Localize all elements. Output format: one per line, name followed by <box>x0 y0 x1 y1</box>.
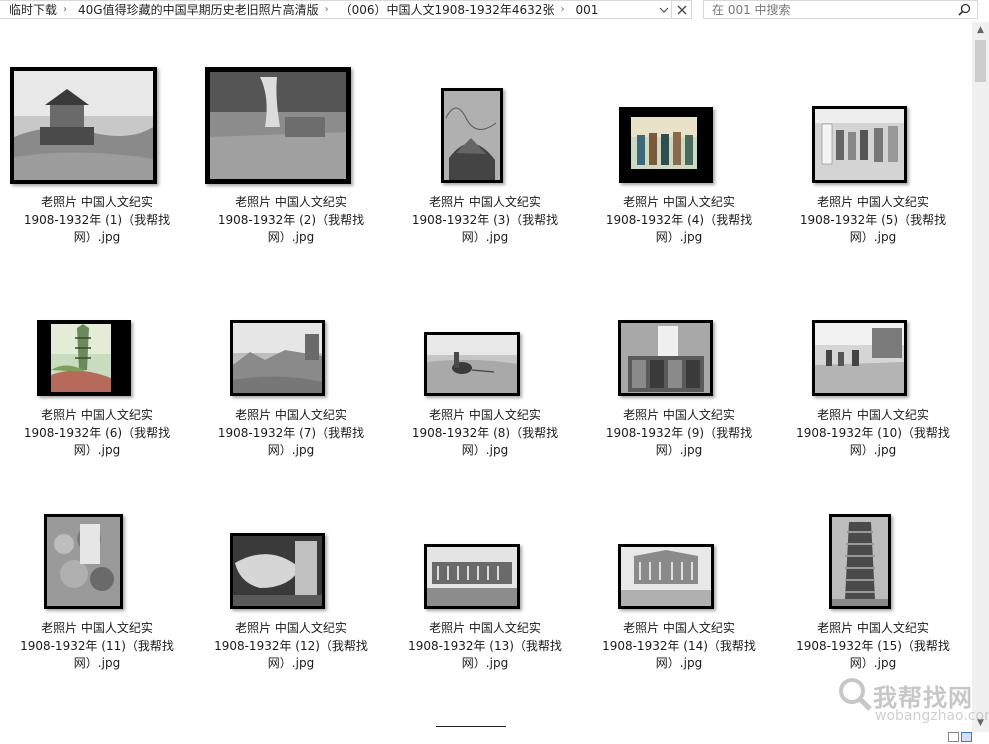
chevron-down-icon[interactable] <box>655 0 672 19</box>
chevron-right-icon[interactable]: › <box>323 4 331 15</box>
file-name: 老照片 中国人文纪实 1908-1932年 (11)（我帮找 网）.jpg <box>20 621 174 670</box>
file-name: 老照片 中国人文纪实 1908-1932年 (1)（我帮找 网）.jpg <box>23 195 171 244</box>
file-name: 老照片 中国人文纪实 1908-1932年 (9)（我帮找 网）.jpg <box>605 408 753 457</box>
watermark-url: wobangzhao.com <box>875 708 989 724</box>
photo-thumbnail <box>424 544 520 609</box>
photo-thumbnail <box>44 514 123 609</box>
file-name: 老照片 中国人文纪实 1908-1932年 (12)（我帮找 网）.jpg <box>214 621 368 670</box>
address-bar[interactable]: 临时下载 › 40G值得珍藏的中国早期历史老旧照片高清版 › （006）中国人文… <box>0 0 672 19</box>
file-name: 老照片 中国人文纪实 1908-1932年 (10)（我帮找 网）.jpg <box>796 408 950 457</box>
photo-thumbnail <box>441 88 503 183</box>
close-icon[interactable] <box>672 0 692 19</box>
breadcrumb-item-40g[interactable]: 40G值得珍藏的中国早期历史老旧照片高清版 <box>69 1 323 18</box>
top-bar: 临时下载 › 40G值得珍藏的中国早期历史老旧照片高清版 › （006）中国人文… <box>0 0 989 21</box>
search-placeholder: 在 001 中搜索 <box>712 3 791 17</box>
file-name: 老照片 中国人文纪实 1908-1932年 (6)（我帮找 网）.jpg <box>23 408 171 457</box>
photo-thumbnail <box>205 67 351 184</box>
search-icon[interactable] <box>958 3 971 16</box>
photo-thumbnail <box>230 533 325 609</box>
file-name: 老照片 中国人文纪实 1908-1932年 (13)（我帮找 网）.jpg <box>408 621 562 670</box>
triangle-up-icon[interactable]: ▲ <box>972 22 989 39</box>
photo-thumbnail <box>829 514 891 609</box>
magnifier-icon <box>839 678 872 711</box>
breadcrumb-item-001[interactable]: 001 <box>566 3 602 17</box>
photo-thumbnail <box>812 320 907 396</box>
photo-thumbnail <box>618 544 714 609</box>
view-toggle <box>948 732 988 744</box>
file-name: 老照片 中国人文纪实 1908-1932年 (4)（我帮找 网）.jpg <box>605 195 753 244</box>
photo-thumbnail <box>230 320 325 396</box>
file-name: 老照片 中国人文纪实 1908-1932年 (14)（我帮找 网）.jpg <box>602 621 756 670</box>
vertical-scrollbar[interactable]: ▲ ▼ <box>972 22 989 732</box>
photo-thumbnail <box>812 106 907 183</box>
watermark: 我帮找网 wobangzhao.com <box>835 676 989 732</box>
photo-thumbnail <box>618 320 713 396</box>
photo-thumbnail <box>37 320 131 396</box>
file-name: 老照片 中国人文纪实 1908-1932年 (8)（我帮找 网）.jpg <box>411 408 559 457</box>
file-name: 老照片 中国人文纪实 1908-1932年 (7)（我帮找 网）.jpg <box>217 408 365 457</box>
photo-thumbnail <box>10 67 157 184</box>
details-view-icon[interactable] <box>948 732 959 742</box>
breadcrumb-item-temp-download[interactable]: 临时下载 <box>0 1 61 18</box>
file-grid: 老照片 中国人文纪实 1908-1932年 (1)（我帮找 网）.jpg 老照片 中… <box>0 22 972 744</box>
breadcrumb-item-006[interactable]: （006）中国人文1908-1932年4632张 <box>331 1 559 18</box>
chevron-right-icon[interactable]: › <box>61 4 69 15</box>
photo-thumbnail <box>424 332 520 396</box>
file-name: 老照片 中国人文纪实 1908-1932年 (15)（我帮找 网）.jpg <box>796 621 950 670</box>
scrollbar-thumb[interactable] <box>975 40 986 82</box>
photo-thumbnail <box>619 107 713 183</box>
file-name: 老照片 中国人文纪实 1908-1932年 (5)（我帮找 网）.jpg <box>799 195 947 244</box>
file-name: 老照片 中国人文纪实 1908-1932年 (3)（我帮找 网）.jpg <box>411 195 559 244</box>
large-icons-view-icon[interactable] <box>961 732 972 742</box>
chevron-right-icon[interactable]: › <box>558 4 566 15</box>
file-name: 老照片 中国人文纪实 1908-1932年 (2)（我帮找 网）.jpg <box>217 195 365 244</box>
search-input[interactable]: 在 001 中搜索 <box>703 0 978 19</box>
divider <box>436 726 506 727</box>
